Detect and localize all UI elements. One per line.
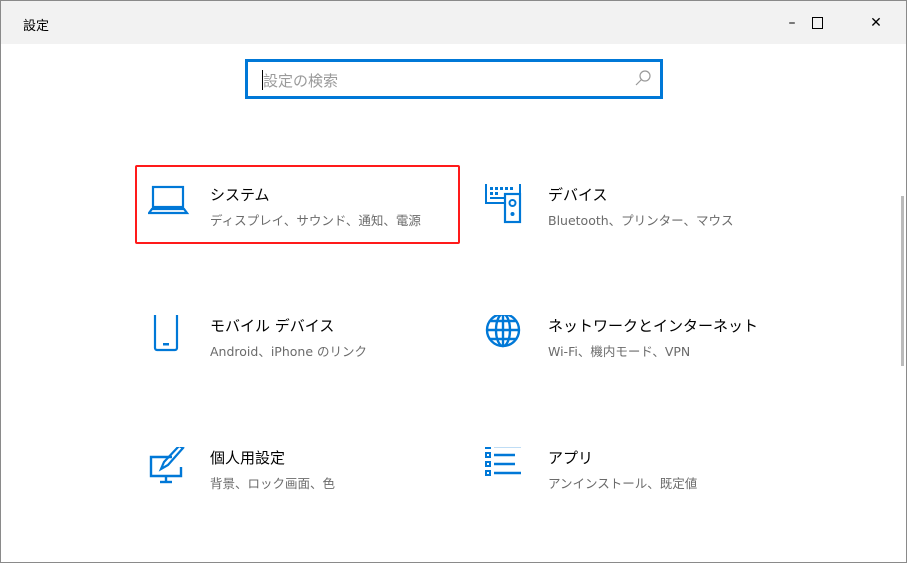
tile-title: システム	[210, 186, 270, 204]
search-placeholder: 設定の検索	[263, 72, 339, 90]
tile-subtitle: Android、iPhone のリンク	[210, 344, 367, 359]
search-input[interactable]: 設定の検索	[245, 59, 663, 99]
tile-mobile-devices[interactable]: モバイル デバイス Android、iPhone のリンク	[148, 315, 468, 385]
close-button[interactable]: ✕	[853, 1, 899, 44]
tile-title: アプリ	[548, 449, 594, 467]
tile-subtitle: Wi-Fi、機内モード、VPN	[548, 344, 691, 359]
tile-subtitle: アンインストール、既定値	[548, 476, 698, 491]
tile-title: モバイル デバイス	[210, 317, 335, 335]
tile-apps[interactable]: アプリ アンインストール、既定値	[485, 447, 805, 517]
title-bar: 設定 – ✕	[1, 1, 906, 44]
laptop-icon	[148, 185, 190, 215]
search-icon[interactable]	[634, 69, 652, 87]
globe-icon	[485, 315, 521, 348]
tile-system[interactable]: システム ディスプレイ、サウンド、通知、電源	[148, 184, 468, 254]
tile-subtitle: ディスプレイ、サウンド、通知、電源	[210, 213, 421, 228]
tile-network[interactable]: ネットワークとインターネット Wi-Fi、機内モード、VPN	[485, 315, 805, 385]
tile-title: 個人用設定	[210, 449, 286, 467]
maximize-icon	[811, 16, 823, 29]
maximize-button[interactable]	[794, 1, 840, 44]
tile-devices[interactable]: デバイス Bluetooth、プリンター、マウス	[485, 184, 805, 254]
close-icon: ✕	[870, 14, 882, 31]
keyboard-speaker-icon	[485, 184, 522, 224]
scrollbar[interactable]	[901, 196, 904, 366]
tile-title: ネットワークとインターネット	[548, 317, 759, 335]
apps-list-icon	[485, 447, 521, 476]
tile-personalization[interactable]: 個人用設定 背景、ロック画面、色	[148, 447, 468, 517]
settings-window: 設定 – ✕ 設定の検索 システム ディスプレイ、サウンド、通知、電源 デバイス…	[0, 0, 907, 563]
tile-title: デバイス	[548, 186, 608, 204]
window-title: 設定	[23, 19, 50, 34]
tile-subtitle: 背景、ロック画面、色	[210, 476, 336, 491]
phone-icon	[153, 315, 179, 352]
tile-subtitle: Bluetooth、プリンター、マウス	[548, 213, 734, 228]
personalization-icon	[149, 447, 185, 484]
